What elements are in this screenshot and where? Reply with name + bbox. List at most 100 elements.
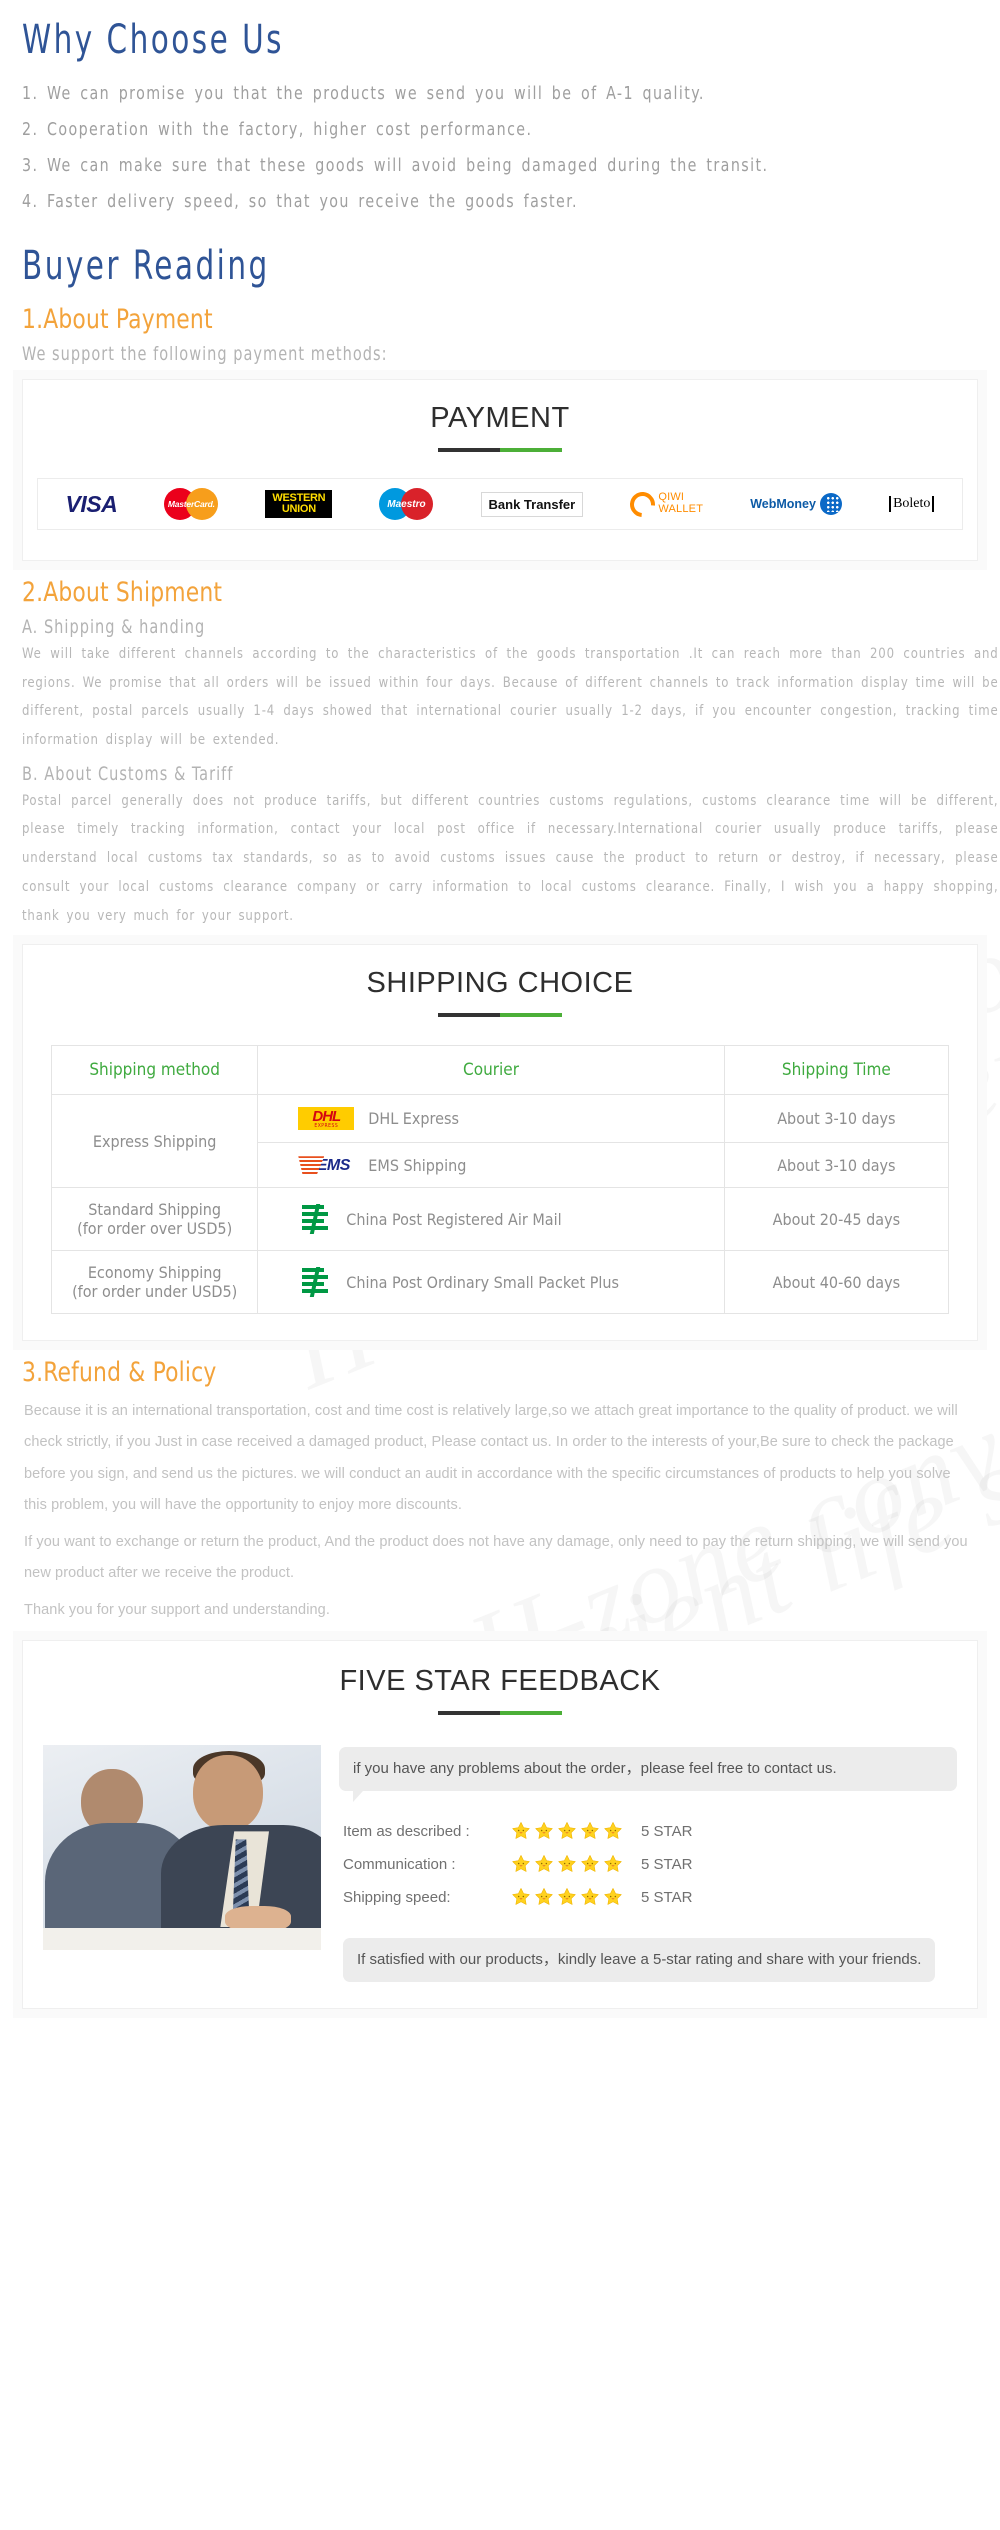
cell-time-economy: About 40-60 days bbox=[723, 1250, 950, 1315]
feedback-title-rule bbox=[438, 1711, 562, 1716]
rating-value: 5 STAR bbox=[641, 1822, 693, 1840]
payment-intro-text: We support the following payment methods… bbox=[22, 343, 388, 365]
leave-rating-note: If satisfied with our products，kindly le… bbox=[343, 1938, 936, 1982]
feedback-right-column: if you have any problems about the order… bbox=[339, 1745, 957, 1982]
why-choose-us-title: Why Choose Us bbox=[22, 17, 285, 63]
rating-row: Communication : 5 STAR bbox=[343, 1854, 957, 1874]
cell-courier-china-post-small: China Post Ordinary Small Packet Plus bbox=[257, 1250, 725, 1315]
courier-name: China Post Registered Air Mail bbox=[346, 1209, 562, 1229]
qiwi-q-icon bbox=[625, 486, 661, 522]
visa-logo: VISA bbox=[66, 491, 118, 518]
buyer-reading-title: Buyer Reading bbox=[22, 243, 270, 289]
star-icon bbox=[603, 1887, 623, 1907]
rating-label: Item as described : bbox=[343, 1822, 470, 1840]
mastercard-logo-label: MasterCard. bbox=[167, 499, 215, 509]
method-line1: Standard Shipping bbox=[88, 1200, 222, 1220]
cell-courier-dhl: DHL EXPRESS DHL Express bbox=[257, 1094, 725, 1144]
header-courier: Courier bbox=[257, 1045, 725, 1096]
table-row: Express Shipping DHL EXPRESS DHL Express … bbox=[50, 1094, 950, 1189]
businessmen-photo bbox=[43, 1745, 321, 1951]
rating-stars bbox=[511, 1887, 641, 1907]
header-shipping-time: Shipping Time bbox=[723, 1045, 950, 1096]
boleto-label: Boleto bbox=[889, 496, 935, 512]
page-content: Why Choose Us 1. We can promise you that… bbox=[0, 18, 1000, 2009]
star-icon bbox=[534, 1821, 554, 1841]
star-icon bbox=[511, 1887, 531, 1907]
courier-name: DHL Express bbox=[368, 1109, 459, 1129]
payment-logo-strip: VISA MasterCard. WESTERN UNION Maestro B… bbox=[37, 478, 963, 530]
about-shipment-heading: 2.About Shipment bbox=[22, 577, 223, 608]
feedback-panel-title: FIVE STAR FEEDBACK bbox=[339, 1665, 661, 1698]
header-shipping-method: Shipping method bbox=[50, 1045, 259, 1096]
star-icon bbox=[557, 1887, 577, 1907]
payment-panel-title: PAYMENT bbox=[430, 402, 570, 434]
cell-method-economy: Economy Shipping (for order under USD5) bbox=[50, 1250, 259, 1315]
star-icon bbox=[557, 1854, 577, 1874]
star-icon bbox=[534, 1854, 554, 1874]
rating-label: Shipping speed: bbox=[343, 1888, 451, 1906]
table-row: Economy Shipping (for order under USD5) … bbox=[50, 1250, 950, 1315]
qiwi-line2: WALLET bbox=[658, 503, 704, 515]
webmoney-label: WebMoney bbox=[750, 497, 816, 511]
refund-paragraph: Because it is an international transport… bbox=[24, 1403, 958, 1513]
star-icon bbox=[557, 1821, 577, 1841]
star-icon bbox=[603, 1854, 623, 1874]
table-header-row: Shipping method Courier Shipping Time bbox=[50, 1045, 950, 1096]
rating-stars bbox=[511, 1854, 641, 1874]
shipping-choice-panel: SHIPPING CHOICE Shipping method Courier … bbox=[22, 944, 978, 1342]
customs-tariff-paragraph: Postal parcel generally does not produce… bbox=[22, 792, 999, 924]
cell-method-express: Express Shipping bbox=[50, 1094, 259, 1189]
shipping-title-rule bbox=[438, 1013, 562, 1018]
table-row: Standard Shipping (for order over USD5) … bbox=[50, 1187, 950, 1252]
why-choose-item: 4. Faster delivery speed, so that you re… bbox=[22, 191, 578, 212]
china-post-logo bbox=[298, 1265, 332, 1299]
star-icon bbox=[580, 1854, 600, 1874]
cell-time-ems: About 3-10 days bbox=[723, 1142, 950, 1189]
shipping-handing-paragraph: We will take different channels accordin… bbox=[22, 646, 999, 749]
bank-transfer-label: Bank Transfer bbox=[480, 491, 584, 517]
cell-courier-china-post-air: China Post Registered Air Mail bbox=[257, 1187, 725, 1252]
china-post-logo bbox=[298, 1202, 332, 1236]
courier-name: China Post Ordinary Small Packet Plus bbox=[346, 1272, 620, 1292]
shipping-handing-subheading: A. Shipping & handing bbox=[22, 616, 206, 638]
why-choose-item: 1. We can promise you that the products … bbox=[22, 83, 705, 104]
shipping-choice-title: SHIPPING CHOICE bbox=[366, 967, 634, 1000]
maestro-logo: Maestro bbox=[379, 488, 434, 520]
star-icon bbox=[534, 1887, 554, 1907]
star-icon bbox=[511, 1821, 531, 1841]
visa-logo-label: VISA bbox=[65, 490, 118, 517]
rating-row: Item as described : 5 STAR bbox=[343, 1821, 957, 1841]
rating-label: Communication : bbox=[343, 1855, 456, 1873]
cell-courier-ems: EMS EMS Shipping bbox=[257, 1142, 725, 1189]
about-payment-heading: 1.About Payment bbox=[22, 304, 213, 335]
mastercard-logo: MasterCard. bbox=[164, 488, 219, 520]
method-line1: Economy Shipping bbox=[87, 1263, 222, 1283]
western-union-logo: WESTERN UNION bbox=[265, 490, 333, 518]
star-icon bbox=[580, 1887, 600, 1907]
cell-method-standard: Standard Shipping (for order over USD5) bbox=[50, 1187, 259, 1252]
why-choose-item: 2. Cooperation with the factory, higher … bbox=[22, 119, 533, 140]
method-line2: (for order under USD5) bbox=[72, 1282, 238, 1302]
feedback-body: if you have any problems about the order… bbox=[43, 1745, 957, 1982]
contact-us-bubble: if you have any problems about the order… bbox=[339, 1747, 957, 1802]
rating-row: Shipping speed: 5 STAR bbox=[343, 1887, 957, 1907]
dhl-logo: DHL EXPRESS bbox=[298, 1107, 355, 1131]
payment-panel: PAYMENT VISA MasterCard. WESTERN UNION M… bbox=[22, 379, 978, 561]
webmoney-globe-icon bbox=[819, 493, 842, 515]
refund-paragraph: Thank you for your support and understan… bbox=[24, 1602, 330, 1619]
customs-tariff-subheading: B. About Customs & Tariff bbox=[22, 762, 234, 785]
rating-value: 5 STAR bbox=[641, 1888, 693, 1906]
method-line2: (for order over USD5) bbox=[77, 1219, 233, 1239]
rating-stars bbox=[511, 1821, 641, 1841]
courier-name: EMS Shipping bbox=[368, 1155, 467, 1175]
qiwi-wallet-logo: QIWI WALLET bbox=[625, 486, 704, 522]
star-icon bbox=[580, 1821, 600, 1841]
refund-paragraph: If you want to exchange or return the pr… bbox=[24, 1533, 968, 1582]
why-choose-us-list: 1. We can promise you that the products … bbox=[22, 76, 990, 220]
webmoney-logo: WebMoney bbox=[750, 493, 842, 515]
rating-list: Item as described : 5 STAR Communication… bbox=[343, 1821, 957, 1907]
cell-time-dhl: About 3-10 days bbox=[723, 1094, 950, 1144]
maestro-logo-label: Maestro bbox=[387, 498, 426, 510]
shipping-choice-table: Shipping method Courier Shipping Time Ex… bbox=[50, 1045, 950, 1315]
rating-value: 5 STAR bbox=[641, 1855, 693, 1873]
